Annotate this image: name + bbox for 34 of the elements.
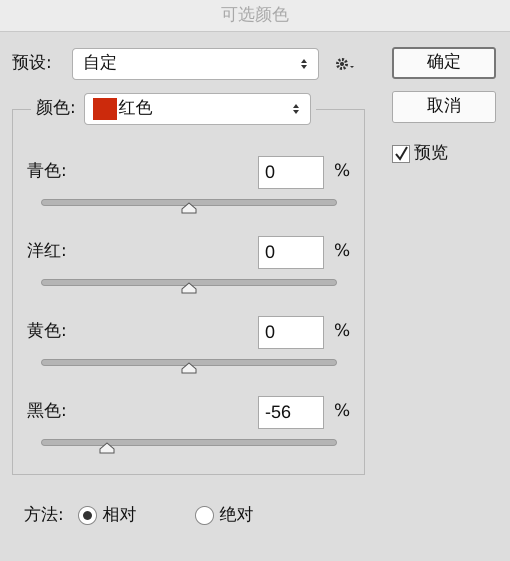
percent-unit: % [334, 240, 350, 264]
updown-arrows-icon [292, 103, 300, 115]
slider-thumb[interactable] [181, 202, 197, 214]
gear-icon[interactable] [335, 57, 357, 71]
color-label: 颜色: [36, 97, 76, 120]
radio-option[interactable]: 绝对 [194, 503, 254, 528]
channel-label: 黄色: [27, 320, 68, 344]
method-label: 方法: [24, 504, 64, 527]
window-title: 可选颜色 [221, 4, 289, 27]
preset-label: 预设: [12, 52, 53, 76]
percent-unit: % [334, 320, 350, 344]
checkbox[interactable] [392, 144, 410, 163]
dialog-button[interactable]: 确定 [392, 47, 496, 79]
slider-thumb[interactable] [181, 282, 197, 294]
channel-label: 青色: [27, 160, 68, 184]
check-icon [393, 146, 409, 162]
slider-thumb[interactable] [181, 362, 197, 374]
radio-option[interactable]: 相对 [78, 503, 137, 528]
slider-thumb[interactable] [98, 442, 115, 454]
value-field[interactable]: -56 [258, 396, 324, 428]
channel-label: 洋红: [27, 240, 68, 264]
updown-arrows-icon [300, 58, 308, 70]
value-field[interactable]: 0 [258, 316, 324, 348]
color-dropdown[interactable]: 红色 [84, 93, 311, 125]
radio-button[interactable] [78, 506, 97, 526]
percent-unit: % [334, 400, 350, 424]
value-field[interactable]: 0 [258, 236, 324, 268]
percent-unit: % [334, 160, 350, 184]
value-field[interactable]: 0 [258, 156, 324, 188]
preview-checkbox[interactable]: 预览 [392, 141, 496, 166]
radio-button[interactable] [194, 506, 214, 526]
channel-label: 黑色: [27, 400, 68, 424]
dialog-button[interactable]: 取消 [392, 91, 496, 123]
preset-dropdown[interactable]: 自定 [72, 48, 319, 80]
